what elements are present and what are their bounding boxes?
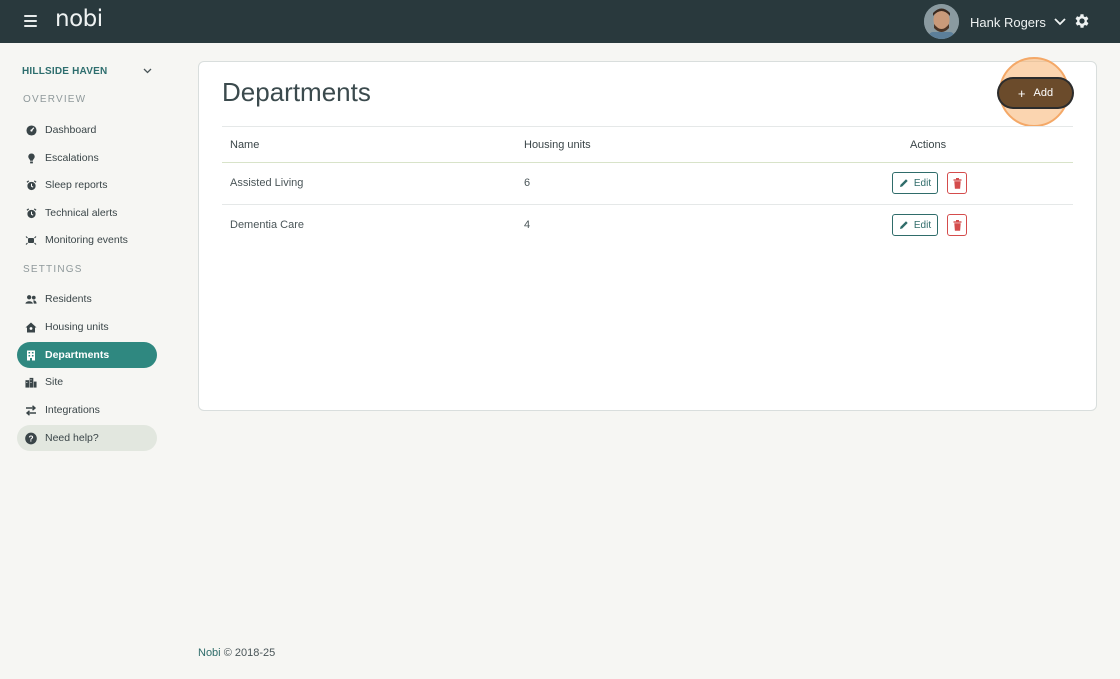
sidebar-item-monitoring-events[interactable]: Monitoring events [17, 227, 157, 253]
house-icon [25, 321, 37, 333]
chevron-down-icon [1054, 18, 1066, 26]
sidebar-item-label: Sleep reports [45, 179, 108, 191]
departments-card: Departments + Add Name Housing units Act… [198, 57, 1097, 411]
sidebar-item-label: Dashboard [45, 124, 97, 136]
sidebar-item-label: Technical alerts [45, 207, 118, 219]
delete-button[interactable] [947, 214, 967, 236]
app-logo[interactable]: nobi [55, 6, 103, 32]
column-header-name: Name [230, 139, 260, 151]
people-icon [25, 293, 37, 305]
city-icon [25, 376, 37, 388]
escalation-icon [25, 152, 37, 164]
sidebar-item-label: Site [45, 376, 64, 388]
delete-button[interactable] [947, 172, 967, 194]
site-name: HILLSIDE HAVEN [22, 65, 108, 77]
monitoring-icon [25, 234, 37, 246]
building-icon [25, 349, 37, 361]
trash-icon [953, 219, 961, 231]
sidebar-item-residents[interactable]: Residents [17, 286, 157, 312]
pencil-icon [899, 221, 908, 229]
sidebar-item-dashboard[interactable]: Dashboard [17, 117, 157, 143]
housing-units-count: 4 [524, 219, 531, 231]
arrows-icon [25, 404, 37, 416]
sidebar-item-label: Departments [45, 349, 110, 361]
sidebar-item-label: Integrations [45, 404, 100, 416]
table-header: Name Housing units Actions [222, 126, 1073, 163]
chevron-down-icon [143, 68, 152, 74]
user-name: Hank Rogers [970, 14, 1046, 30]
column-header-actions: Actions [910, 139, 947, 151]
footer-brand-link[interactable]: Nobi [198, 647, 221, 659]
sidebar-item-label: Housing units [45, 321, 109, 333]
sidebar-item-label: Escalations [45, 152, 99, 164]
sidebar-item-label: Residents [45, 293, 92, 305]
department-name: Assisted Living [230, 177, 304, 189]
footer-copyright: © 2018-25 [223, 647, 276, 659]
add-department-button[interactable]: + Add [999, 79, 1072, 107]
menu-icon[interactable] [24, 15, 37, 28]
pencil-icon [899, 179, 908, 187]
sidebar-item-sleep-reports[interactable]: Sleep reports [17, 172, 157, 198]
edit-button[interactable]: Edit [892, 214, 938, 236]
sidebar-item-site[interactable]: Site [17, 369, 157, 395]
question-icon: ? [25, 432, 37, 444]
sidebar-item-departments[interactable]: Departments [17, 342, 157, 368]
dashboard-icon [25, 124, 37, 136]
trash-icon [953, 177, 961, 189]
alarm-clock-icon [25, 179, 37, 191]
edit-label: Edit [913, 177, 932, 189]
sidebar-item-label: Need help? [45, 432, 99, 444]
sidebar-item-integrations[interactable]: Integrations [17, 397, 157, 423]
plus-icon: + [1017, 85, 1026, 101]
department-name: Dementia Care [230, 219, 304, 231]
gear-icon[interactable] [1073, 12, 1091, 30]
user-menu[interactable]: Hank Rogers [970, 12, 1066, 32]
table-row: Dementia Care 4 Edit [222, 205, 1073, 246]
edit-label: Edit [913, 219, 932, 231]
add-button-label: Add [1033, 87, 1054, 99]
page-title: Departments [222, 77, 371, 107]
sidebar-item-help[interactable]: ? Need help? [17, 425, 157, 451]
column-header-housing-units: Housing units [524, 139, 591, 151]
avatar[interactable] [924, 4, 959, 39]
top-bar: nobi Hank Rogers [0, 0, 1120, 43]
housing-units-count: 6 [524, 177, 531, 189]
sidebar-item-technical-alerts[interactable]: Technical alerts [17, 200, 157, 226]
sidebar-item-escalations[interactable]: Escalations [17, 145, 157, 171]
section-label-overview: OVERVIEW [23, 94, 87, 105]
table-row: Assisted Living 6 Edit [222, 163, 1073, 205]
footer: Nobi © 2018-25 [198, 647, 275, 659]
alarm-clock-icon [25, 207, 37, 219]
site-selector[interactable]: HILLSIDE HAVEN [22, 64, 152, 78]
sidebar-item-housing-units[interactable]: Housing units [17, 314, 157, 340]
sidebar-item-label: Monitoring events [45, 234, 128, 246]
section-label-settings: SETTINGS [23, 264, 83, 275]
svg-text:?: ? [28, 433, 33, 443]
edit-button[interactable]: Edit [892, 172, 938, 194]
